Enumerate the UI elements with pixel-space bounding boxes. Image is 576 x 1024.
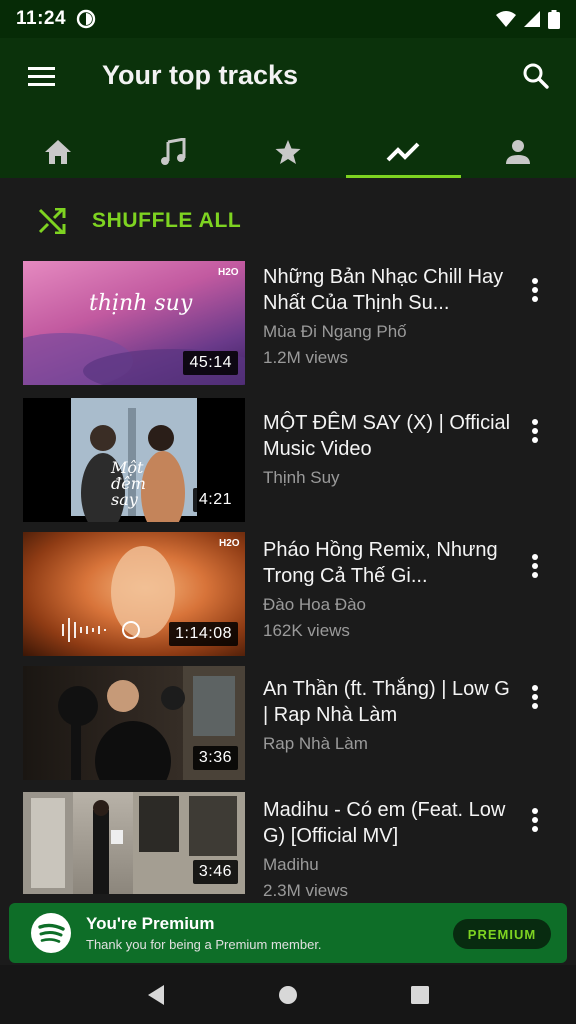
more-options-icon[interactable]: [526, 806, 544, 836]
track-channel: Rap Nhà Làm: [263, 734, 368, 753]
duration-badge: 1:14:08: [169, 622, 238, 646]
page-title: Your top tracks: [102, 60, 299, 90]
track-info: Những Bản Nhạc Chill Hay Nhất Của Thịnh …: [263, 264, 513, 369]
track-thumbnail[interactable]: 3:36: [23, 666, 245, 780]
track-title: Pháo Hồng Remix, Nhưng Trong Cả Thế Gi..…: [263, 539, 498, 587]
wifi-icon: [496, 11, 516, 27]
premium-title: You're Premium: [86, 914, 215, 933]
shuffle-all-button[interactable]: SHUFFLE ALL: [0, 178, 576, 264]
svg-text:H2O: H2O: [218, 267, 239, 278]
track-thumbnail[interactable]: H2O 1:14:08: [23, 532, 245, 656]
track-channel: Mùa Đi Ngang Phố: [263, 322, 407, 341]
track-title: An Thần (ft. Thắng) | Low G | Rap Nhà Là…: [263, 678, 510, 726]
music-note-icon: [160, 138, 186, 165]
shuffle-icon: [38, 208, 66, 234]
system-nav-bar: [0, 965, 576, 1024]
more-options-icon[interactable]: [526, 552, 544, 582]
menu-icon[interactable]: [28, 64, 56, 88]
track-thumbnail[interactable]: Một đêm say 4:21: [23, 398, 245, 522]
home-icon: [44, 140, 71, 164]
back-icon[interactable]: [146, 984, 166, 1006]
person-icon: [506, 140, 531, 164]
battery-icon: [548, 9, 560, 29]
track-title: Những Bản Nhạc Chill Hay Nhất Của Thịnh …: [263, 266, 504, 314]
premium-button[interactable]: PREMIUM: [453, 919, 551, 949]
notification-icon: [76, 9, 96, 29]
tab-trending[interactable]: [345, 126, 462, 178]
more-options-icon[interactable]: [526, 417, 544, 447]
thumbnail-caption: H2O: [219, 538, 240, 549]
track-row[interactable]: H2O 1:14:08 Pháo Hồng Remix, Nhưng Trong…: [0, 532, 576, 667]
status-time: 11:24: [16, 8, 67, 29]
tab-favorites[interactable]: [230, 126, 345, 178]
app-bar: Your top tracks: [0, 38, 576, 178]
tab-songs[interactable]: [115, 126, 230, 178]
duration-badge: 4:21: [192, 488, 238, 512]
track-thumbnail[interactable]: 3:46: [23, 792, 245, 894]
track-row[interactable]: H2O thịnh suy 45:14 Những Bản Nhạc Chill…: [0, 258, 576, 393]
status-bar: 11:24: [0, 0, 576, 38]
search-icon[interactable]: [522, 62, 550, 90]
track-thumbnail[interactable]: H2O thịnh suy 45:14: [23, 261, 245, 385]
duration-badge: 3:36: [192, 746, 238, 770]
tab-profile[interactable]: [461, 126, 576, 178]
thumbnail-caption: thịnh suy: [89, 291, 193, 316]
track-title: MỘT ĐÊM SAY (X) | Official Music Video: [263, 412, 511, 460]
home-nav-icon[interactable]: [277, 984, 299, 1006]
trending-icon: [386, 142, 420, 162]
premium-subtitle: Thank you for being a Premium member.: [86, 937, 322, 952]
track-views: 162K views: [263, 621, 350, 640]
star-icon: [275, 140, 301, 164]
track-views: 2.3M views: [263, 881, 349, 900]
track-channel: Đào Hoa Đào: [263, 595, 367, 614]
track-channel: Madihu: [263, 855, 319, 874]
spotify-logo-icon: [31, 913, 71, 953]
track-title: Madihu - Có em (Feat. Low G) [Official M…: [263, 799, 506, 847]
track-info: Madihu - Có em (Feat. Low G) [Official M…: [263, 797, 513, 902]
track-info: Pháo Hồng Remix, Nhưng Trong Cả Thế Gi..…: [263, 537, 513, 642]
more-options-icon[interactable]: [526, 276, 544, 306]
duration-badge: 45:14: [183, 351, 238, 375]
tab-home[interactable]: [0, 126, 115, 178]
more-options-icon[interactable]: [526, 683, 544, 713]
shuffle-all-label: SHUFFLE ALL: [92, 209, 242, 232]
track-info: An Thần (ft. Thắng) | Low G | Rap Nhà Là…: [263, 676, 513, 755]
track-views: 1.2M views: [263, 348, 349, 367]
track-channel: Thịnh Suy: [263, 468, 340, 487]
thumbnail-caption: Một đêm say: [111, 458, 146, 509]
duration-badge: 3:46: [192, 860, 238, 884]
track-row[interactable]: Một đêm say 4:21 MỘT ĐÊM SAY (X) | Offic…: [0, 398, 576, 533]
signal-icon: [524, 11, 540, 27]
premium-banner[interactable]: You're Premium Thank you for being a Pre…: [9, 903, 567, 963]
track-row[interactable]: 3:36 An Thần (ft. Thắng) | Low G | Rap N…: [0, 666, 576, 801]
tab-bar: [0, 126, 576, 178]
track-info: MỘT ĐÊM SAY (X) | Official Music Video T…: [263, 410, 513, 489]
recents-icon[interactable]: [410, 985, 430, 1005]
